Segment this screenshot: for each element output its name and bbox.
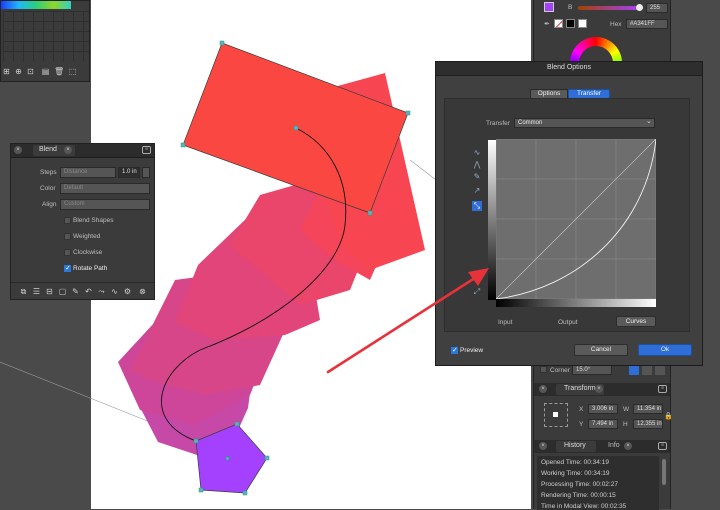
annotation-arrow	[326, 268, 489, 374]
